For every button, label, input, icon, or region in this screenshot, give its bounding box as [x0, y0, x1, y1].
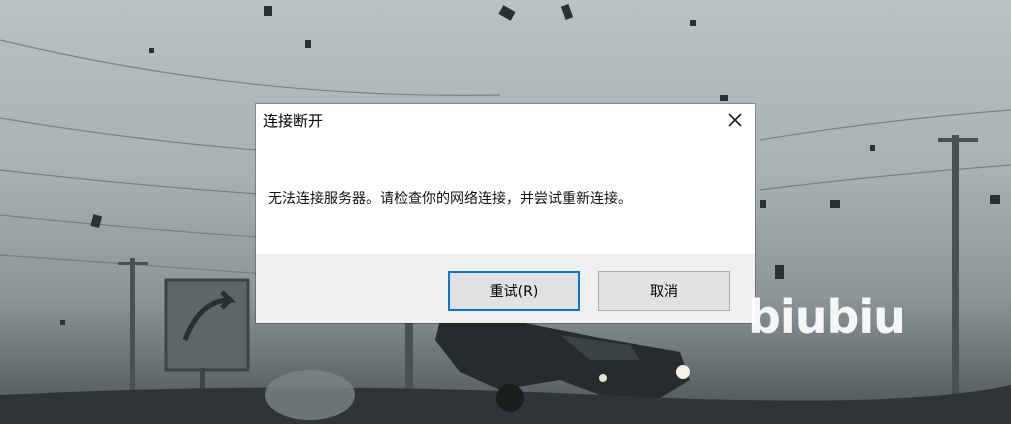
- watermark-logo: biubiu: [748, 290, 906, 344]
- retry-button[interactable]: 重试(R): [448, 271, 580, 311]
- dialog-title: 连接断开: [263, 112, 324, 130]
- dialog-button-bar: 重试(R) 取消: [256, 254, 755, 323]
- close-icon: [728, 113, 742, 127]
- dialog-message: 无法连接服务器。请检查你的网络连接，并尝试重新连接。: [268, 191, 632, 207]
- cancel-button[interactable]: 取消: [598, 271, 730, 311]
- close-button[interactable]: [715, 104, 755, 136]
- dialog-titlebar: 连接断开: [256, 104, 755, 136]
- connection-lost-dialog: 连接断开 无法连接服务器。请检查你的网络连接，并尝试重新连接。 重试(R) 取消: [256, 104, 755, 323]
